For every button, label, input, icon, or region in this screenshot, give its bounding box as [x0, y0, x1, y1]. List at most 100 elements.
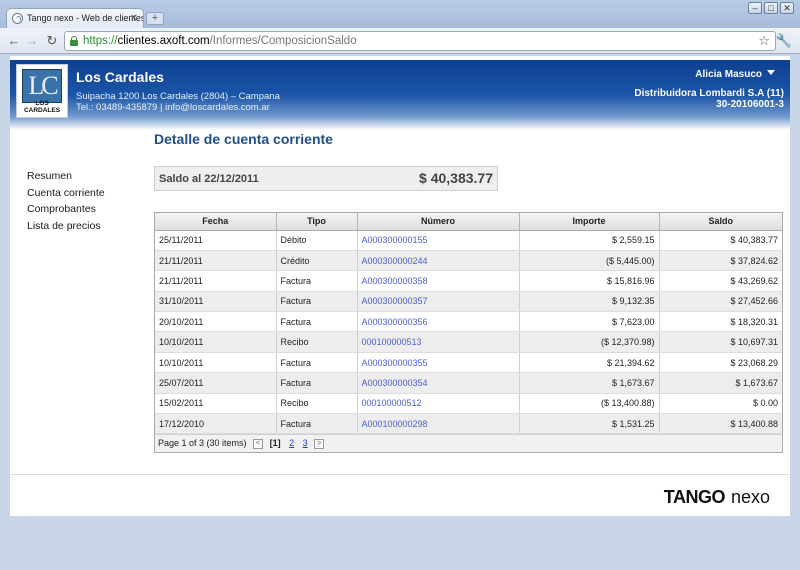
sidebar-item-resumen[interactable]: Resumen	[27, 168, 105, 185]
column-header-saldo[interactable]: Saldo	[659, 213, 782, 231]
sidebar-item-cuenta-corriente[interactable]: Cuenta corriente	[27, 185, 105, 202]
balance-value: $ 40,383.77	[419, 170, 493, 186]
company-name: Los Cardales	[76, 69, 164, 85]
table-row[interactable]: 20/10/2011 Factura A000300000356 $ 7,623.00…	[155, 311, 782, 333]
cell-fecha: 10/10/2011	[155, 331, 277, 353]
minimize-button[interactable]: –	[748, 2, 762, 14]
cell-importe: $ 7,623.00	[519, 311, 660, 333]
cell-fecha: 15/02/2011	[155, 393, 277, 415]
cell-fecha: 31/10/2011	[155, 291, 277, 313]
cell-numero[interactable]: A000300000354	[357, 372, 520, 394]
cell-fecha: 17/12/2010	[155, 413, 277, 435]
chevron-down-icon[interactable]	[767, 70, 775, 75]
column-header-fecha[interactable]: Fecha	[155, 213, 277, 231]
table-row[interactable]: 25/07/2011 Factura A000300000354 $ 1,673.67…	[155, 372, 782, 394]
tab-title: Tango nexo - Web de clientes	[27, 13, 144, 23]
logo-mark: LC	[22, 69, 62, 103]
cell-tipo: Factura	[276, 352, 358, 374]
cell-numero[interactable]: A000300000244	[357, 250, 520, 272]
close-tab-icon[interactable]: ✕	[130, 9, 138, 28]
address-bar[interactable]: https://clientes.axoft.com/Informes/Comp…	[64, 31, 776, 51]
cell-fecha: 10/10/2011	[155, 352, 277, 374]
cell-numero[interactable]: A000300000358	[357, 270, 520, 292]
cell-importe: ($ 12,370.98)	[519, 331, 660, 353]
cell-importe: ($ 13,400.88)	[519, 393, 660, 415]
tango-nexo-logo: TANGO nexo	[664, 487, 770, 508]
cell-tipo: Factura	[276, 413, 358, 435]
pager-current-page: [1]	[269, 438, 281, 449]
pager-prev-button[interactable]: <	[253, 439, 264, 450]
user-menu[interactable]: Alicia Masuco	[695, 69, 762, 80]
new-tab-button[interactable]: +	[146, 12, 164, 25]
page-title: Detalle de cuenta corriente	[154, 131, 333, 147]
page: LC LOS CARDALES Los Cardales Suipacha 12…	[10, 56, 790, 516]
cell-tipo: Factura	[276, 291, 358, 313]
distributor-name: Distribuidora Lombardi S.A (11)	[634, 88, 784, 99]
maximize-button[interactable]: □	[764, 2, 778, 14]
table-row[interactable]: 21/11/2011 Crédito A000300000244 ($ 5,445.0…	[155, 250, 782, 272]
table-row[interactable]: 10/10/2011 Factura A000300000355 $ 21,394.6…	[155, 352, 782, 374]
cell-tipo: Factura	[276, 372, 358, 394]
cell-fecha: 20/10/2011	[155, 311, 277, 333]
account-table: Fecha Tipo Número Importe Saldo 25/11/20…	[154, 212, 783, 454]
cell-numero[interactable]: A000100000298	[357, 413, 520, 435]
table-row[interactable]: 21/11/2011 Factura A000300000358 $ 15,816.9…	[155, 270, 782, 292]
back-button[interactable]: ←	[6, 33, 22, 49]
distributor-cuit: 30-20106001-3	[716, 99, 784, 110]
company-logo: LC LOS CARDALES	[16, 64, 68, 118]
close-window-button[interactable]: ✕	[780, 2, 794, 14]
cell-importe: $ 21,394.62	[519, 352, 660, 374]
cell-numero[interactable]: 000100000512	[357, 393, 520, 415]
cell-importe: $ 15,816.96	[519, 270, 660, 292]
cell-tipo: Recibo	[276, 331, 358, 353]
cell-fecha: 21/11/2011	[155, 250, 277, 272]
url-text: https://clientes.axoft.com/Informes/Comp…	[83, 35, 357, 47]
balance-label: Saldo al 22/12/2011	[159, 173, 259, 185]
cell-saldo: $ 27,452.66	[659, 291, 782, 313]
cell-numero[interactable]: A000300000155	[357, 230, 520, 251]
cell-saldo: $ 37,824.62	[659, 250, 782, 272]
table-row[interactable]: 17/12/2010 Factura A000100000298 $ 1,531.25…	[155, 413, 782, 435]
table-row[interactable]: 15/02/2011 Recibo 000100000512 ($ 13,400.88…	[155, 393, 782, 415]
table-header-row: Fecha Tipo Número Importe Saldo	[155, 213, 782, 231]
browser-tab[interactable]: Tango nexo - Web de clientes ✕	[6, 8, 144, 28]
cell-saldo: $ 43,269.62	[659, 270, 782, 292]
forward-button[interactable]: →	[24, 33, 40, 49]
cell-numero[interactable]: A000300000355	[357, 352, 520, 374]
brand-bold: TANGO	[663, 487, 726, 507]
window-controls: – □ ✕	[748, 2, 794, 14]
table-row[interactable]: 10/10/2011 Recibo 000100000513 ($ 12,370.98…	[155, 331, 782, 353]
brand-light: nexo	[730, 487, 770, 507]
reload-button[interactable]: ↻	[44, 33, 60, 49]
column-header-tipo[interactable]: Tipo	[276, 213, 358, 231]
globe-icon	[12, 13, 23, 24]
cell-saldo: $ 0.00	[659, 393, 782, 415]
cell-saldo: $ 40,383.77	[659, 230, 782, 251]
column-header-numero[interactable]: Número	[357, 213, 520, 231]
balance-box: Saldo al 22/12/2011 $ 40,383.77	[154, 166, 498, 191]
cell-fecha: 25/07/2011	[155, 372, 277, 394]
cell-tipo: Factura	[276, 311, 358, 333]
table-row[interactable]: 25/11/2011 Débito A000300000155 $ 2,559.15 $…	[155, 230, 782, 251]
cell-saldo: $ 23,068.29	[659, 352, 782, 374]
bookmark-star-icon[interactable]: ☆	[758, 32, 770, 50]
cell-numero[interactable]: A000300000356	[357, 311, 520, 333]
cell-tipo: Débito	[276, 230, 358, 251]
pager-next-button[interactable]: >	[314, 439, 325, 450]
pager-page-2[interactable]: 2	[289, 438, 294, 448]
sidebar-item-comprobantes[interactable]: Comprobantes	[27, 201, 105, 218]
sidebar-item-lista-de-precios[interactable]: Lista de precios	[27, 218, 105, 235]
cell-fecha: 25/11/2011	[155, 230, 277, 251]
cell-numero[interactable]: A000300000357	[357, 291, 520, 313]
cell-saldo: $ 10,697.31	[659, 331, 782, 353]
cell-fecha: 21/11/2011	[155, 270, 277, 292]
wrench-icon[interactable]: 🔧	[776, 33, 792, 49]
company-address: Suipacha 1200 Los Cardales (2804) – Camp…	[76, 91, 280, 102]
cell-importe: $ 2,559.15	[519, 230, 660, 251]
cell-numero[interactable]: 000100000513	[357, 331, 520, 353]
pager-page-3[interactable]: 3	[303, 438, 308, 448]
column-header-importe[interactable]: Importe	[519, 213, 660, 231]
table-row[interactable]: 31/10/2011 Factura A000300000357 $ 9,132.35…	[155, 291, 782, 313]
pager-summary: Page 1 of 3 (30 items)	[158, 438, 247, 449]
browser-titlebar: Tango nexo - Web de clientes ✕ + – □ ✕	[0, 0, 800, 28]
